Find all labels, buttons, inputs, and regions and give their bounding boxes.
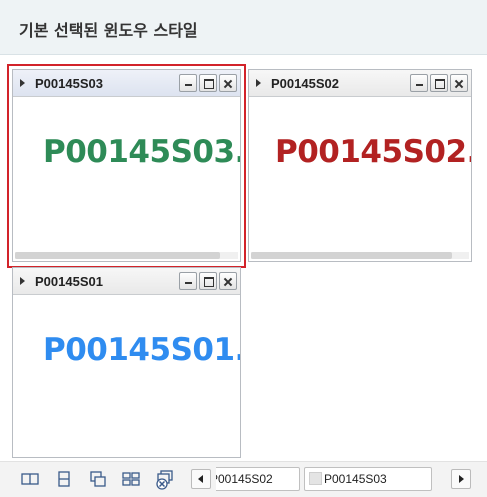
- taskbar-tab-label: P00145S02: [216, 472, 273, 486]
- tab-scroll-right-button[interactable]: [451, 469, 471, 489]
- window-content: P00145S02.xml: [249, 98, 471, 261]
- collapse-triangle-icon[interactable]: [20, 277, 25, 285]
- taskbar-tab-p00145s03[interactable]: P00145S03: [304, 467, 432, 491]
- window-p00145s01[interactable]: P00145S01 P00145S01.xml: [12, 267, 241, 458]
- tab-scroll-left-button[interactable]: [191, 469, 211, 489]
- taskbar-tabs: P00145S02 P00145S03: [216, 467, 434, 491]
- close-all-icon[interactable]: [155, 470, 173, 490]
- window-icon: [309, 472, 322, 485]
- mdi-taskbar: P00145S02 P00145S03: [0, 461, 487, 497]
- horizontal-scrollbar[interactable]: [251, 252, 469, 259]
- page-title: 기본 선택된 윈도우 스타일: [19, 21, 198, 40]
- window-content-text: P00145S01.xml: [43, 332, 240, 368]
- minimize-button[interactable]: [410, 74, 428, 92]
- maximize-button[interactable]: [199, 272, 217, 290]
- window-caption[interactable]: P00145S01: [13, 268, 240, 295]
- page-header: 기본 선택된 윈도우 스타일: [0, 0, 487, 55]
- taskbar-tab-p00145s02[interactable]: P00145S02: [216, 467, 300, 491]
- window-title: P00145S02: [271, 76, 339, 91]
- collapse-triangle-icon[interactable]: [256, 79, 261, 87]
- scrollbar-thumb[interactable]: [251, 252, 452, 259]
- taskbar-tab-label: P00145S03: [324, 472, 387, 486]
- cascade-icon[interactable]: [21, 470, 39, 488]
- tile-vertical-icon[interactable]: [89, 470, 107, 488]
- close-button[interactable]: [219, 272, 237, 290]
- close-button[interactable]: [450, 74, 468, 92]
- tile-grid-icon[interactable]: [122, 470, 140, 488]
- window-title: P00145S01: [35, 274, 103, 289]
- window-content: P00145S01.xml: [13, 296, 240, 457]
- maximize-button[interactable]: [430, 74, 448, 92]
- minimize-button[interactable]: [179, 272, 197, 290]
- window-caption[interactable]: P00145S02: [249, 70, 471, 97]
- tile-horizontal-icon[interactable]: [55, 470, 73, 488]
- window-content-text: P00145S02.xml: [275, 134, 471, 170]
- selected-window-highlight: [7, 64, 246, 268]
- window-p00145s02[interactable]: P00145S02 P00145S02.xml: [248, 69, 472, 262]
